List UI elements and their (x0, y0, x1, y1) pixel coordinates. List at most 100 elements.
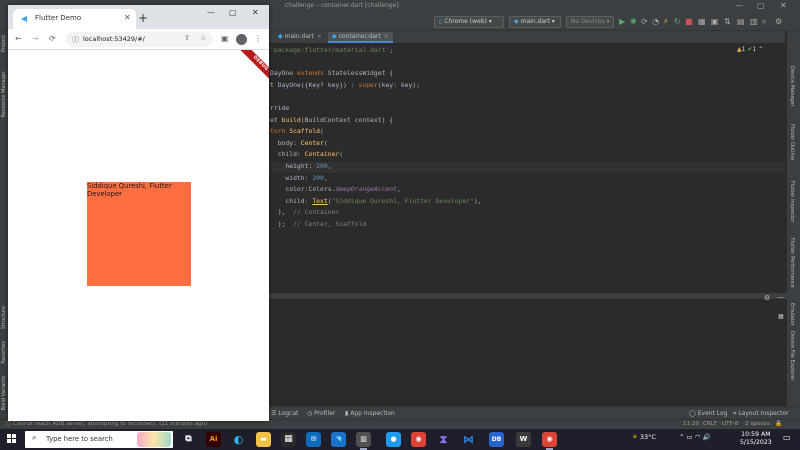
file-explorer-icon[interactable]: ▬ (256, 432, 271, 447)
tool-device-manager[interactable]: Device Manager (789, 66, 795, 107)
sync-icon[interactable]: ⇅ (724, 17, 731, 26)
illustrator-icon[interactable]: Ai (206, 432, 221, 447)
lock-icon[interactable]: 🔓 (775, 421, 782, 427)
stop-icon[interactable]: ■ (685, 17, 693, 26)
line-separator[interactable]: CRLF (703, 421, 717, 427)
tab-layout-inspector[interactable]: ⌗ Layout Inspector (733, 410, 789, 418)
panel-option-icon[interactable]: ▦ (778, 313, 784, 320)
code-line[interactable]: et build(BuildContext context) { (265, 116, 393, 127)
forward-arrow-icon[interactable]: → (32, 34, 39, 43)
edge-icon[interactable]: ◐ (231, 432, 246, 447)
reload-icon[interactable]: ⟳ (49, 34, 56, 43)
indent-setting[interactable]: 2 spaces (745, 421, 770, 427)
debug-icon[interactable]: ✱ (630, 17, 637, 26)
device-target-dropdown[interactable]: ▯ Chrome (web) ▾ (434, 16, 504, 28)
tool-flutter-performance[interactable]: Flutter Performance (789, 238, 795, 288)
attach-icon[interactable]: ⟳ (641, 17, 648, 26)
new-tab-icon[interactable]: + (138, 11, 148, 25)
taskbar-clock[interactable]: 10:59 AM 5/15/2023 (740, 431, 772, 447)
notification-icon[interactable]: ▭ (783, 433, 791, 442)
minimize-icon[interactable]: — (735, 1, 743, 10)
tool-project[interactable]: Project (1, 35, 7, 52)
weather-widget[interactable]: ☀ 33°C (632, 433, 656, 441)
code-line[interactable]: width: 200, (265, 174, 327, 185)
code-editor[interactable]: 'package:flutter/material.dart'; DayOne e… (265, 43, 785, 293)
caret-position[interactable]: 11:20 (683, 421, 699, 427)
profile-run-icon[interactable]: ◔ (652, 17, 659, 26)
maximize-icon[interactable]: ▢ (757, 1, 765, 10)
wamp-icon[interactable]: W (516, 432, 531, 447)
panel-settings-icon[interactable]: ⚙ (764, 294, 770, 302)
browser-minimize-icon[interactable]: — (207, 8, 215, 17)
visual-studio-icon[interactable]: ⧗ (436, 432, 451, 447)
mail-icon[interactable]: ✉ (306, 432, 321, 447)
code-line[interactable]: t DayOne({Key? key}) : super(key: key); (265, 81, 420, 92)
run-config-dropdown[interactable]: ◆ main.dart ▾ (509, 16, 561, 28)
browser-tab[interactable]: ◀ Flutter Demo ✕ (13, 9, 136, 29)
profile-avatar-icon[interactable] (236, 34, 247, 45)
system-tray-icons[interactable]: ⌃ ▭ ◠ 🔊 (679, 433, 711, 441)
code-line[interactable]: child: Container( (265, 150, 343, 161)
inspection-widget[interactable]: ▲1 ✔1 ⌃ (737, 46, 763, 53)
address-bar[interactable]: ⓘ localhost:53429/#/ ⇪ ☆ (66, 32, 213, 47)
android-studio-icon[interactable]: ▥ (356, 432, 371, 450)
tool-device-file-explorer[interactable]: Device File Explorer (789, 331, 795, 380)
close-icon[interactable]: ✕ (780, 1, 787, 10)
status-message[interactable]: ▢ Cannot reach ADB server, attempting to… (6, 421, 207, 427)
flutter-app-icon[interactable]: ◥ (331, 432, 346, 447)
task-view-icon[interactable]: ⧉ (181, 432, 196, 447)
code-line[interactable]: DayOne extends StatelessWidget { (265, 69, 393, 80)
browser-maximize-icon[interactable]: ▢ (229, 8, 237, 17)
back-arrow-icon[interactable]: ← (15, 34, 22, 43)
layout-icon[interactable]: ▥ (750, 17, 758, 26)
menu-kebab-icon[interactable]: ⋮ (254, 34, 262, 43)
share-icon[interactable]: ⇪ (184, 34, 190, 42)
hot-reload-icon[interactable]: ⚡ (663, 17, 669, 26)
hot-restart-icon[interactable]: ↻ (674, 17, 681, 26)
side-panel-icon[interactable]: ▣ (221, 34, 229, 43)
code-line[interactable]: height: 200, (265, 162, 785, 173)
tab-profiler[interactable]: ◷ Profiler (307, 410, 335, 417)
close-tab-icon[interactable]: ✕ (124, 13, 131, 22)
tab-app-inspection[interactable]: ▮ App Inspection (345, 410, 395, 417)
code-line[interactable]: 'package:flutter/material.dart'; (265, 46, 393, 57)
device-selector-dropdown[interactable]: No Devices ▾ (566, 16, 614, 28)
tool-structure[interactable]: Structure (1, 306, 7, 329)
chrome-icon[interactable]: ◉ (411, 432, 426, 447)
tab-main-dart[interactable]: ◆ main.dart × (274, 32, 326, 43)
chevron-up-icon[interactable]: ⌃ (758, 46, 763, 53)
vscode-icon[interactable]: ⋈ (461, 432, 476, 447)
db-app-icon[interactable]: DB (489, 432, 504, 447)
sdk-manager-icon[interactable]: ▦ (698, 17, 706, 26)
tab-logcat[interactable]: ☰ Logcat (271, 410, 298, 417)
code-line[interactable]: body: Center( (265, 139, 328, 150)
chrome-active-icon[interactable]: ◉ (542, 432, 557, 450)
store-icon[interactable]: ▦ (281, 432, 296, 447)
code-line[interactable]: turn Scaffold( (265, 127, 324, 138)
file-encoding[interactable]: UTF-8 (722, 421, 738, 427)
avd-manager-icon[interactable]: ▣ (711, 17, 719, 26)
code-line[interactable]: ); // Center, Scaffold (265, 220, 367, 231)
tool-resource-manager[interactable]: Resource Manager (1, 71, 7, 117)
browser-close-icon[interactable]: ✕ (252, 8, 259, 17)
search-icon[interactable]: ⌕ (762, 17, 766, 27)
bookmark-star-icon[interactable]: ☆ (200, 34, 206, 42)
windows-start-icon[interactable] (7, 434, 17, 444)
app-circle-icon[interactable]: ● (386, 432, 401, 447)
code-line[interactable]: color:Colors.deepOrangeAccent, (265, 185, 400, 196)
code-line[interactable]: ), // Container (265, 208, 340, 219)
settings-gear-icon[interactable]: ⚙ (775, 17, 782, 26)
run-icon[interactable]: ▶ (619, 17, 625, 26)
tool-flutter-outline[interactable]: Flutter Outline (789, 124, 795, 160)
device-manager-icon[interactable]: ▤ (737, 17, 745, 26)
info-icon[interactable]: ⓘ (72, 35, 79, 45)
tool-build-variants[interactable]: Build Variants (1, 376, 7, 410)
close-tab-icon[interactable]: × (384, 33, 389, 40)
taskbar-search[interactable]: ⌕ Type here to search (25, 431, 173, 448)
code-line[interactable]: child: Text("Siddique Qureshi, Flutter D… (265, 197, 481, 208)
panel-hide-icon[interactable]: — (777, 293, 784, 301)
tab-container-dart[interactable]: ◆ container.dart × (328, 32, 393, 43)
close-tab-icon[interactable]: × (317, 33, 322, 40)
tool-emulator[interactable]: Emulator (789, 303, 795, 326)
tool-flutter-inspector[interactable]: Flutter Inspector (789, 181, 795, 222)
